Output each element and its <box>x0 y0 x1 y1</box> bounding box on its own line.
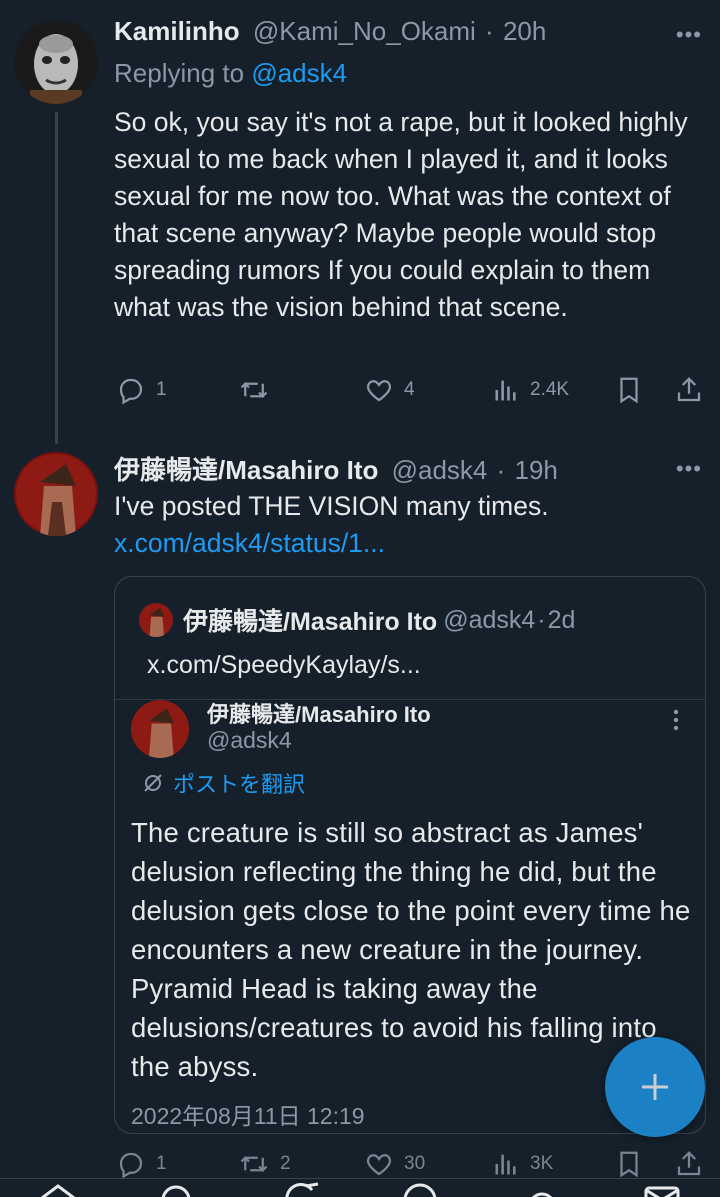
tweet-kamilinho[interactable]: Kamilinho @Kami_No_Okami · 20h ••• Reply… <box>0 0 720 448</box>
display-name[interactable]: 伊藤暢達/Masahiro Ito <box>114 455 378 485</box>
reply-icon <box>119 1152 143 1179</box>
notifications-icon[interactable] <box>524 1182 560 1197</box>
avatar-masahiro-ito[interactable] <box>14 452 98 536</box>
more-options-icon[interactable]: ••• <box>676 22 702 48</box>
like-icon <box>366 1154 392 1176</box>
retweet-button[interactable] <box>238 370 280 410</box>
quote-header: 伊藤暢達/Masahiro Ito @adsk4 · 2d <box>139 603 575 637</box>
quote-link[interactable]: x.com/SpeedyKaylay/s... <box>147 651 421 680</box>
separator: · <box>496 455 506 485</box>
avatar-kamilinho[interactable] <box>14 20 98 104</box>
display-name[interactable]: Kamilinho <box>114 16 240 46</box>
bookmark-icon <box>620 377 638 404</box>
quote-display-name[interactable]: 伊藤暢達/Masahiro Ito <box>183 602 437 638</box>
quote-handle[interactable]: @adsk4 <box>443 606 535 635</box>
share-icon <box>677 377 701 402</box>
embed-avatar <box>131 700 189 758</box>
embed-display-name: 伊藤暢達/Masahiro Ito <box>207 702 431 727</box>
reply-icon <box>119 378 143 405</box>
like-icon <box>366 380 392 402</box>
share-button[interactable] <box>674 370 704 410</box>
tweet-header: 伊藤暢達/Masahiro Ito @adsk4 · 19h <box>114 450 558 487</box>
home-icon[interactable] <box>38 1182 78 1197</box>
handle[interactable]: @adsk4 <box>392 455 488 485</box>
translate-icon <box>144 774 162 792</box>
grok-icon[interactable] <box>282 1182 322 1197</box>
search-icon[interactable] <box>158 1182 194 1197</box>
thread-line <box>55 112 58 444</box>
compose-button[interactable] <box>605 1037 705 1137</box>
retweet-count: 2 <box>280 1153 291 1174</box>
tweet-text: So ok, you say it's not a rape, but it l… <box>114 107 688 322</box>
quote-avatar[interactable] <box>139 603 173 637</box>
replying-prefix: Replying to <box>114 58 245 88</box>
translate-label: ポストを翻訳 <box>173 772 306 797</box>
retweet-icon <box>240 1156 268 1172</box>
spaces-icon[interactable] <box>400 1182 440 1197</box>
bookmark-icon <box>620 1151 638 1178</box>
bottom-navigation <box>0 1178 720 1197</box>
reply-count: 1 <box>156 379 167 400</box>
quoted-tweet[interactable]: 伊藤暢達/Masahiro Ito @adsk4 · 2d x.com/Spee… <box>114 576 706 1134</box>
translate-link: ポストを翻訳 <box>141 767 305 799</box>
views-button[interactable]: 2.4K <box>492 370 569 410</box>
views-count: 2.4K <box>530 379 570 400</box>
retweet-icon <box>240 382 268 398</box>
more-options-icon[interactable]: ••• <box>676 456 702 482</box>
timestamp[interactable]: 20h <box>503 16 546 46</box>
like-button[interactable]: 4 <box>364 370 415 410</box>
embed-handle: @adsk4 <box>207 727 292 753</box>
tweet-header: Kamilinho @Kami_No_Okami · 20h <box>114 16 546 47</box>
handle[interactable]: @Kami_No_Okami <box>253 16 476 46</box>
views-count: 3K <box>530 1153 554 1174</box>
more-vertical-icon <box>673 709 679 736</box>
quote-timestamp[interactable]: 2d <box>548 606 576 635</box>
like-count: 30 <box>404 1153 426 1174</box>
views-icon <box>495 1154 516 1175</box>
compose-icon <box>642 1074 668 1100</box>
separator: · <box>537 605 546 634</box>
separator: · <box>485 16 494 46</box>
reply-count: 1 <box>156 1153 167 1174</box>
tweet-link[interactable]: x.com/adsk4/status/1... <box>114 525 704 562</box>
reply-button[interactable]: 1 <box>116 370 167 410</box>
messages-icon[interactable] <box>642 1182 682 1197</box>
share-icon <box>677 1151 701 1176</box>
tweet-text: I've posted THE VISION many times. x.com… <box>114 488 704 562</box>
tweet-actions: 1 4 2.4K <box>114 370 706 410</box>
replying-to-handle[interactable]: @adsk4 <box>251 58 347 88</box>
embed-date: 2022年08月11日 12:19 <box>131 1103 365 1129</box>
bookmark-button[interactable] <box>614 370 644 410</box>
embed-text: The creature is still so abstract as Jam… <box>131 817 691 1082</box>
views-icon <box>495 380 516 401</box>
like-count: 4 <box>404 379 415 400</box>
replying-to: Replying to @adsk4 <box>114 58 347 89</box>
tweet-text-line: I've posted THE VISION many times. <box>114 491 549 521</box>
timestamp[interactable]: 19h <box>515 455 558 485</box>
